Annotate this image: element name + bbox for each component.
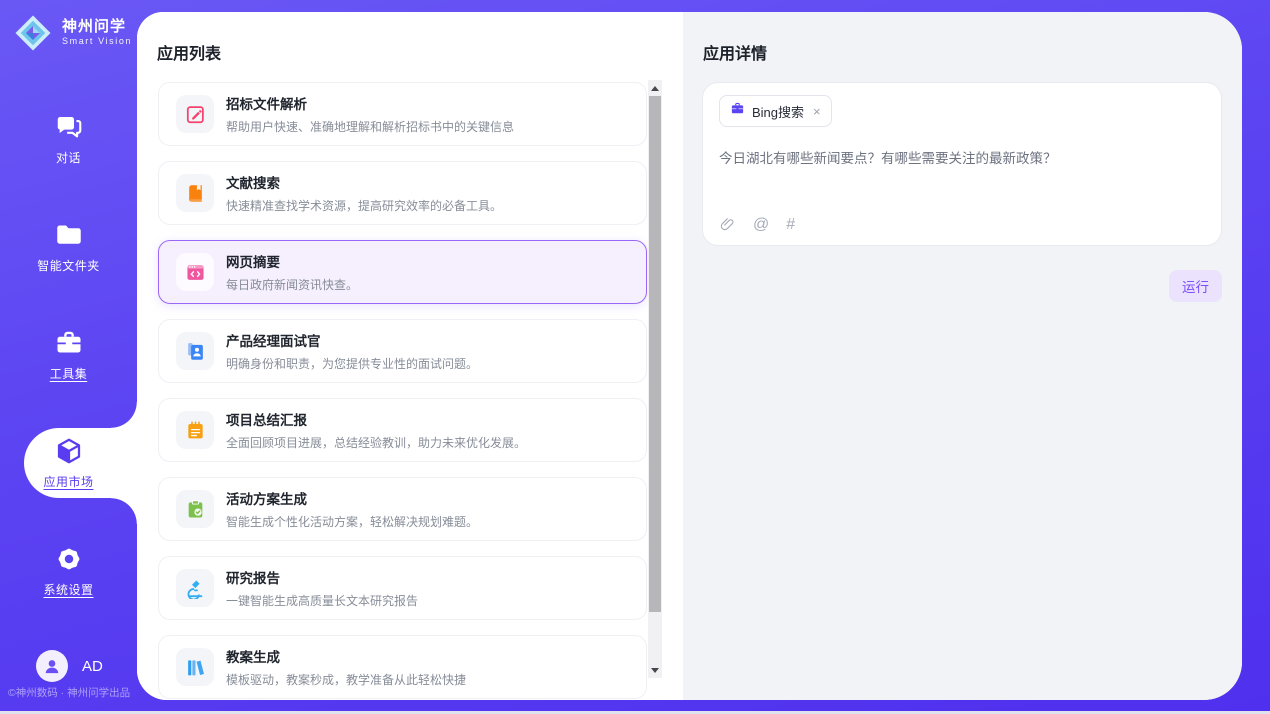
sidebar-item-label: 工具集 bbox=[50, 365, 88, 382]
notepad-icon bbox=[176, 411, 214, 449]
query-text: 今日湖北有哪些新闻要点？有哪些需要关注的最新政策？ bbox=[719, 149, 1199, 169]
list-item-5[interactable]: 项目总结汇报全面回顾项目进展，总结经验教训，助力未来优化发展。 bbox=[158, 398, 647, 462]
arrow-up-icon bbox=[651, 86, 659, 91]
app-desc: 帮助用户快速、准确地理解和解析招标书中的关键信息 bbox=[226, 118, 514, 135]
user-account[interactable]: AD bbox=[36, 650, 103, 682]
app-window: { "brand": { "title": "神州问学", "subtitle"… bbox=[0, 0, 1270, 714]
tool-chip-label: Bing搜索 bbox=[752, 102, 804, 121]
chip-close-icon[interactable]: × bbox=[813, 105, 821, 118]
chat-icon bbox=[54, 112, 84, 142]
brand-diamond-icon bbox=[12, 12, 54, 54]
app-list: 招标文件解析帮助用户快速、准确地理解和解析招标书中的关键信息文献搜索快速精准查找… bbox=[158, 82, 647, 700]
tool-chip-bing-search[interactable]: Bing搜索 × bbox=[719, 95, 832, 127]
app-name: 文献搜索 bbox=[226, 172, 502, 192]
app-name: 招标文件解析 bbox=[226, 93, 514, 113]
list-item-3[interactable]: 网页摘要每日政府新闻资讯快查。 bbox=[158, 240, 647, 304]
list-item-7[interactable]: 研究报告一键智能生成高质量长文本研究报告 bbox=[158, 556, 647, 620]
copyright: ©神州数码 · 神州问学出品 bbox=[8, 685, 130, 700]
sidebar-item-label: 对话 bbox=[56, 149, 81, 166]
list-item-6[interactable]: 活动方案生成智能生成个性化活动方案，轻松解决规划难题。 bbox=[158, 477, 647, 541]
list-item-1[interactable]: 招标文件解析帮助用户快速、准确地理解和解析招标书中的关键信息 bbox=[158, 82, 647, 146]
interviewer-icon bbox=[176, 332, 214, 370]
editor-toolbar: @ # bbox=[719, 216, 795, 233]
sidebar-item-chat[interactable]: 对话 bbox=[0, 104, 137, 174]
app-name: 活动方案生成 bbox=[226, 488, 478, 508]
sidebar: 神州问学 Smart Vision 对话智能文件夹工具集应用市场系统设置 AD … bbox=[0, 0, 137, 714]
app-desc: 智能生成个性化活动方案，轻松解决规划难题。 bbox=[226, 513, 478, 530]
list-item-8[interactable]: 教案生成模板驱动，教案秒成，教学准备从此轻松快捷 bbox=[158, 635, 647, 699]
briefcase-icon bbox=[730, 101, 745, 121]
run-button[interactable]: 运行 bbox=[1169, 270, 1222, 302]
app-list-title: 应用列表 bbox=[157, 40, 221, 64]
books-icon bbox=[176, 648, 214, 686]
app-desc: 每日政府新闻资讯快查。 bbox=[226, 276, 358, 293]
main-content: 应用列表 招标文件解析帮助用户快速、准确地理解和解析招标书中的关键信息文献搜索快… bbox=[137, 12, 1242, 700]
sidebar-item-cube[interactable]: 应用市场 bbox=[0, 428, 137, 498]
edit-doc-icon bbox=[176, 95, 214, 133]
sidebar-item-label: 系统设置 bbox=[43, 581, 93, 598]
sidebar-nav: 对话智能文件夹工具集应用市场系统设置 bbox=[0, 104, 137, 644]
app-name: 项目总结汇报 bbox=[226, 409, 526, 429]
scroll-down-button[interactable] bbox=[648, 662, 662, 678]
app-detail-title: 应用详情 bbox=[703, 40, 767, 64]
app-name: 教案生成 bbox=[226, 646, 466, 666]
toolbox-icon bbox=[54, 328, 84, 358]
sidebar-item-label: 应用市场 bbox=[43, 473, 93, 490]
folder-icon bbox=[54, 220, 84, 250]
sidebar-item-folder[interactable]: 智能文件夹 bbox=[0, 212, 137, 282]
book-icon bbox=[176, 174, 214, 212]
arrow-down-icon bbox=[651, 668, 659, 673]
app-name: 产品经理面试官 bbox=[226, 330, 478, 350]
scrollbar-thumb[interactable] bbox=[649, 96, 661, 612]
sidebar-item-gear[interactable]: 系统设置 bbox=[0, 536, 137, 606]
mention-icon[interactable]: @ bbox=[753, 217, 769, 233]
gear-icon bbox=[54, 544, 84, 574]
user-name: AD bbox=[82, 658, 103, 675]
avatar bbox=[36, 650, 68, 682]
list-item-4[interactable]: 产品经理面试官明确身份和职责，为您提供专业性的面试问题。 bbox=[158, 319, 647, 383]
app-desc: 明确身份和职责，为您提供专业性的面试问题。 bbox=[226, 355, 478, 372]
app-list-panel: 应用列表 招标文件解析帮助用户快速、准确地理解和解析招标书中的关键信息文献搜索快… bbox=[137, 12, 683, 700]
browser-code-icon bbox=[176, 253, 214, 291]
app-desc: 全面回顾项目进展，总结经验教训，助力未来优化发展。 bbox=[226, 434, 526, 451]
clipboard-check-icon bbox=[176, 490, 214, 528]
cube-icon bbox=[54, 436, 84, 466]
app-detail-panel: 应用详情 Bing搜索 × 今日湖北有哪些新闻要点？有哪些需要关注的最新政策？ … bbox=[683, 12, 1242, 700]
sidebar-item-toolbox[interactable]: 工具集 bbox=[0, 320, 137, 390]
app-desc: 快速精准查找学术资源，提高研究效率的必备工具。 bbox=[226, 197, 502, 214]
brand-subtitle: Smart Vision bbox=[62, 37, 132, 47]
attachment-icon[interactable] bbox=[719, 216, 736, 233]
sidebar-item-label: 智能文件夹 bbox=[37, 257, 100, 274]
list-item-2[interactable]: 文献搜索快速精准查找学术资源，提高研究效率的必备工具。 bbox=[158, 161, 647, 225]
brand-logo: 神州问学 Smart Vision bbox=[12, 12, 132, 54]
hashtag-icon[interactable]: # bbox=[786, 217, 795, 233]
scroll-up-button[interactable] bbox=[648, 80, 662, 96]
app-name: 研究报告 bbox=[226, 567, 418, 587]
app-name: 网页摘要 bbox=[226, 251, 358, 271]
app-desc: 一键智能生成高质量长文本研究报告 bbox=[226, 592, 418, 609]
scrollbar[interactable] bbox=[648, 80, 662, 678]
brand-title: 神州问学 bbox=[62, 19, 132, 36]
app-desc: 模板驱动，教案秒成，教学准备从此轻松快捷 bbox=[226, 671, 466, 688]
microscope-icon bbox=[176, 569, 214, 607]
prompt-editor[interactable]: Bing搜索 × 今日湖北有哪些新闻要点？有哪些需要关注的最新政策？ @ # bbox=[702, 82, 1222, 246]
